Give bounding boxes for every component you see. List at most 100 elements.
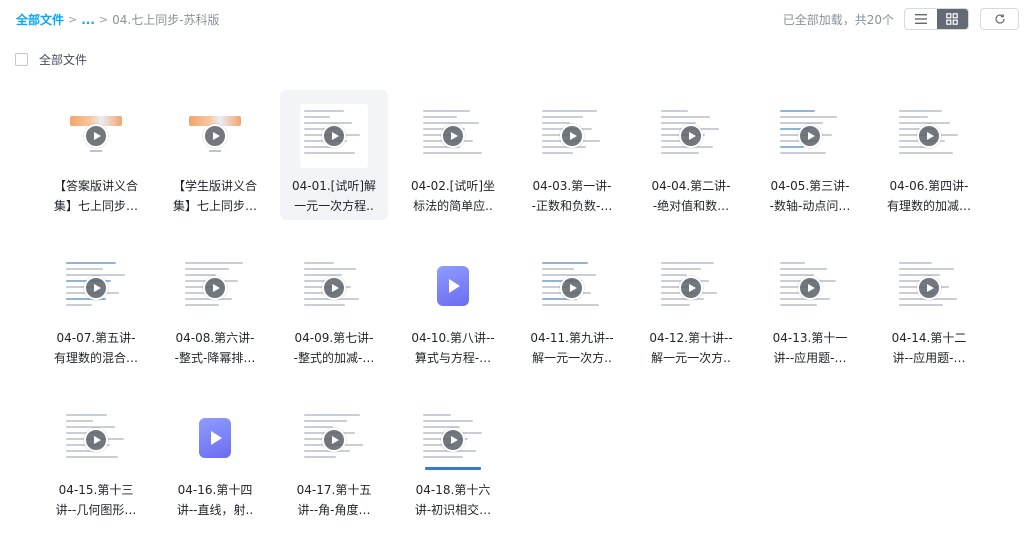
breadcrumb-separator: > bbox=[68, 13, 78, 26]
video-file-icon bbox=[199, 418, 231, 458]
play-icon[interactable] bbox=[560, 124, 584, 148]
select-all-label: 全部文件 bbox=[39, 53, 88, 67]
file-tile[interactable]: 04-11.第九讲-- 解一元一次方.. bbox=[518, 242, 626, 372]
load-status: 已全部加载，共20个 bbox=[782, 13, 894, 27]
play-icon[interactable] bbox=[84, 124, 108, 148]
file-tile[interactable]: 04-17.第十五 讲--角-角度… bbox=[280, 394, 388, 524]
play-icon[interactable] bbox=[917, 124, 941, 148]
file-tile[interactable]: 04-16.第十四 讲--直线，射.. bbox=[161, 394, 269, 524]
file-tile[interactable]: 04-18.第十六 讲-初识相交… bbox=[399, 394, 507, 524]
play-icon[interactable] bbox=[203, 276, 227, 300]
file-name-line: 04-13.第十一 bbox=[772, 331, 848, 345]
file-thumbnail bbox=[419, 104, 487, 168]
file-tile[interactable]: 【学生版讲义合 集】七上同步… bbox=[161, 90, 269, 220]
file-name-line: 04-04.第二讲- bbox=[651, 179, 731, 193]
file-name: 【答案版讲义合 集】七上同步… bbox=[48, 176, 144, 216]
play-icon[interactable] bbox=[441, 124, 465, 148]
file-thumbnail bbox=[657, 256, 725, 320]
file-name: 04-10.第八讲-- 算式与方程-… bbox=[405, 328, 501, 368]
file-name-line: 04-07.第五讲- bbox=[56, 331, 136, 345]
file-name-line: 04-08.第六讲- bbox=[175, 331, 255, 345]
file-name-line: 04-03.第一讲- bbox=[532, 179, 612, 193]
file-tile[interactable]: 04-01.[试听]解 一元一次方程.. bbox=[280, 90, 388, 220]
play-icon[interactable] bbox=[917, 276, 941, 300]
file-tile[interactable]: 04-10.第八讲-- 算式与方程-… bbox=[399, 242, 507, 372]
refresh-button[interactable] bbox=[980, 8, 1019, 30]
top-bar: 全部文件 > ... > 04.七上同步-苏科版 已全部加载，共20个 bbox=[0, 0, 1024, 38]
file-name-line: 04-16.第十四 bbox=[177, 483, 253, 497]
file-tile[interactable]: 04-04.第二讲- -绝对值和数… bbox=[637, 90, 745, 220]
select-all-row[interactable]: 全部文件 bbox=[15, 51, 87, 68]
file-thumbnail bbox=[895, 256, 963, 320]
file-tile[interactable]: 04-09.第七讲- -整式的加减-… bbox=[280, 242, 388, 372]
file-tile[interactable]: 04-15.第十三 讲--几何图形… bbox=[42, 394, 150, 524]
play-icon[interactable] bbox=[84, 276, 108, 300]
file-name: 04-06.第四讲- 有理数的加减… bbox=[881, 176, 977, 216]
file-tile[interactable]: 04-13.第十一 讲--应用题-… bbox=[756, 242, 864, 372]
file-name: 04-11.第九讲-- 解一元一次方.. bbox=[524, 328, 620, 368]
file-name: 04-04.第二讲- -绝对值和数… bbox=[643, 176, 739, 216]
file-name-line: 04-01.[试听]解 bbox=[291, 179, 377, 193]
file-tile[interactable]: 04-02.[试听]坐 标法的简单应.. bbox=[399, 90, 507, 220]
file-thumbnail bbox=[895, 104, 963, 168]
list-view-button[interactable] bbox=[905, 9, 937, 29]
play-icon[interactable] bbox=[203, 124, 227, 148]
file-thumbnail bbox=[538, 256, 606, 320]
file-tile[interactable]: 04-12.第十讲-- 解一元一次方.. bbox=[637, 242, 745, 372]
file-name-line: 04-06.第四讲- bbox=[889, 179, 969, 193]
file-name-line: 04-02.[试听]坐 bbox=[410, 179, 496, 193]
file-tile[interactable]: 04-06.第四讲- 有理数的加减… bbox=[875, 90, 983, 220]
file-name-line: 讲--角-角度… bbox=[297, 503, 371, 517]
file-name: 04-08.第六讲- -整式-降幂排… bbox=[167, 328, 263, 368]
file-name-line: 04-17.第十五 bbox=[296, 483, 372, 497]
file-tile[interactable]: 04-14.第十二 讲--应用题-… bbox=[875, 242, 983, 372]
play-icon[interactable] bbox=[322, 428, 346, 452]
play-icon[interactable] bbox=[679, 276, 703, 300]
file-name: 04-05.第三讲- -数轴-动点问… bbox=[762, 176, 858, 216]
list-icon bbox=[914, 14, 927, 24]
play-icon[interactable] bbox=[84, 428, 108, 452]
grid-view-button[interactable] bbox=[936, 9, 968, 29]
play-icon[interactable] bbox=[322, 124, 346, 148]
file-name-line: 04-15.第十三 bbox=[58, 483, 134, 497]
play-icon[interactable] bbox=[798, 124, 822, 148]
file-thumbnail bbox=[776, 256, 844, 320]
play-icon[interactable] bbox=[798, 276, 822, 300]
breadcrumb-current-folder: 04.七上同步-苏科版 bbox=[112, 13, 220, 27]
select-all-checkbox[interactable] bbox=[15, 53, 28, 66]
play-icon[interactable] bbox=[560, 276, 584, 300]
file-name-line: 解一元一次方.. bbox=[651, 351, 731, 365]
file-thumbnail bbox=[776, 104, 844, 168]
breadcrumb: 全部文件 > ... > 04.七上同步-苏科版 bbox=[16, 11, 220, 28]
file-thumbnail bbox=[300, 408, 368, 472]
file-tile[interactable]: 【答案版讲义合 集】七上同步… bbox=[42, 90, 150, 220]
breadcrumb-more-link[interactable]: ... bbox=[81, 13, 95, 27]
breadcrumb-root-link[interactable]: 全部文件 bbox=[16, 11, 64, 28]
file-name-line: 【学生版讲义合 bbox=[172, 179, 257, 193]
file-name: 04-01.[试听]解 一元一次方程.. bbox=[286, 176, 382, 216]
file-name: 04-07.第五讲- 有理数的混合… bbox=[48, 328, 144, 368]
file-thumbnail bbox=[300, 104, 368, 168]
file-tile[interactable]: 04-05.第三讲- -数轴-动点问… bbox=[756, 90, 864, 220]
file-name: 04-18.第十六 讲-初识相交… bbox=[405, 480, 501, 520]
file-tile[interactable]: 04-08.第六讲- -整式-降幂排… bbox=[161, 242, 269, 372]
file-name: 04-14.第十二 讲--应用题-… bbox=[881, 328, 977, 368]
file-name: 【学生版讲义合 集】七上同步… bbox=[167, 176, 263, 216]
file-name: 04-12.第十讲-- 解一元一次方.. bbox=[643, 328, 739, 368]
play-icon[interactable] bbox=[441, 428, 465, 452]
file-name: 04-13.第十一 讲--应用题-… bbox=[762, 328, 858, 368]
file-name: 04-17.第十五 讲--角-角度… bbox=[286, 480, 382, 520]
file-thumbnail bbox=[62, 104, 130, 168]
file-thumbnail bbox=[657, 104, 725, 168]
file-name-line: -正数和负数-… bbox=[531, 199, 613, 213]
file-name-line: -整式的加减-… bbox=[293, 351, 375, 365]
file-thumbnail bbox=[538, 104, 606, 168]
refresh-icon bbox=[994, 14, 1005, 24]
file-tile[interactable]: 04-03.第一讲- -正数和负数-… bbox=[518, 90, 626, 220]
file-tile[interactable]: 04-07.第五讲- 有理数的混合… bbox=[42, 242, 150, 372]
file-name-line: 解一元一次方.. bbox=[532, 351, 612, 365]
play-icon[interactable] bbox=[322, 276, 346, 300]
play-icon[interactable] bbox=[679, 124, 703, 148]
file-name-line: 04-14.第十二 bbox=[891, 331, 967, 345]
file-name-line: 一元一次方程.. bbox=[294, 199, 374, 213]
